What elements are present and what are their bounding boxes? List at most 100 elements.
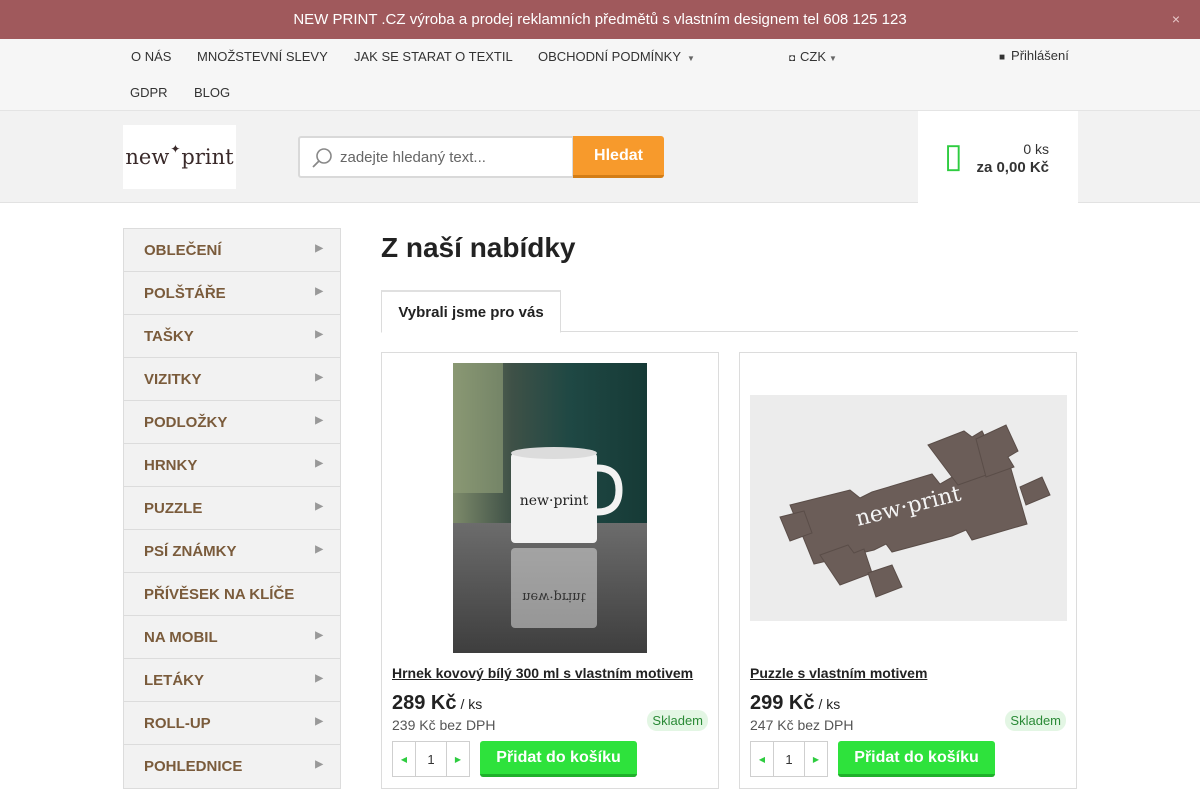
chevron-down-icon: ▼ [687,54,695,63]
chevron-right-icon: ▶ [315,544,323,555]
price-unit: / ks [460,696,483,712]
sidebar-item-label: LETÁKY [144,671,204,689]
product-price: 289 Kč / ks [392,692,482,715]
currency-selector[interactable]: ◘ CZK ▼ [789,49,837,64]
logo-text-left: new [125,145,170,169]
chevron-right-icon: ▶ [315,372,323,383]
sidebar-item-podlozky[interactable]: PODLOŽKY ▶ [124,401,340,444]
quantity-stepper: ◀ ▶ [392,741,470,777]
sidebar-item-na-mobil[interactable]: NA MOBIL ▶ [124,616,340,659]
search-input[interactable] [340,138,570,176]
sidebar-item-label: OBLEČENÍ [144,241,222,259]
sidebar-item-label: PUZZLE [144,499,203,517]
sidebar-item-pohlednice[interactable]: POHLEDNICE ▶ [124,745,340,788]
price-value: 299 Kč [750,692,815,714]
decrement-button[interactable]: ◀ [393,742,415,776]
close-icon[interactable]: × [1172,11,1180,27]
sidebar-item-label: HRNKY [144,456,198,474]
banner-text: NEW PRINT .CZ výroba a prodej reklamních… [293,11,907,28]
sidebar-item-obleceni[interactable]: OBLEČENÍ ▶ [124,229,340,272]
currency-icon: ◘ [789,53,796,64]
chevron-right-icon: ▶ [315,673,323,684]
add-to-cart-button[interactable]: Přidat do košíku [480,741,637,777]
decrement-button[interactable]: ◀ [751,742,773,776]
sidebar-item-polstare[interactable]: POLŠTÁŘE ▶ [124,272,340,315]
chevron-right-icon: ▶ [315,286,323,297]
search-button[interactable]: Hledat [573,136,664,178]
nav-link-textil[interactable]: JAK SE STARAT O TEXTIL [354,49,513,64]
stock-badge: Skladem [1005,710,1066,731]
cart-count: 0 ks [1023,141,1049,157]
quantity-input[interactable] [415,742,447,776]
product-image-mug[interactable]: new·print new·print [453,363,647,653]
search-icon [312,148,332,168]
product-image-puzzle[interactable]: new·print [750,395,1067,621]
product-name-link[interactable]: Puzzle s vlastním motivem [750,665,927,681]
tab-vybrali-jsme[interactable]: Vybrali jsme pro vás [381,290,561,333]
site-header: new✦print Hledat ▯ 0 ks za 0,00 Kč [0,111,1200,203]
sidebar-item-roll-up[interactable]: ROLL-UP ▶ [124,702,340,745]
chevron-right-icon: ▶ [315,329,323,340]
mug-photo: new·print new·print [453,363,647,653]
logo-text-right: print [181,145,234,169]
chevron-right-icon: ▶ [315,630,323,641]
user-icon: ■ [999,52,1006,63]
price-unit: / ks [818,696,841,712]
chevron-right-icon: ▶ [315,501,323,512]
sidebar-item-privesek[interactable]: PŘÍVĚSEK NA KLÍČE [124,573,340,616]
chevron-down-icon: ▼ [829,54,837,63]
sidebar-item-label: POLŠTÁŘE [144,284,226,302]
sidebar-item-tasky[interactable]: TAŠKY ▶ [124,315,340,358]
price-value: 289 Kč [392,692,457,714]
sidebar-item-label: POHLEDNICE [144,758,243,775]
sidebar-item-label: ROLL-UP [144,714,211,732]
page-title: Z naší nabídky [381,232,576,263]
sidebar-item-label: PŘÍVĚSEK NA KLÍČE [144,585,295,603]
increment-button[interactable]: ▶ [805,742,827,776]
svg-text:new·print: new·print [520,493,589,509]
cart-widget[interactable]: ▯ 0 ks za 0,00 Kč [918,111,1078,203]
sidebar-item-letaky[interactable]: LETÁKY ▶ [124,659,340,702]
nav-link-mnozstevni-slevy[interactable]: MNOŽSTEVNÍ SLEVY [197,49,328,64]
chevron-right-icon: ▶ [315,759,323,770]
puzzle-photo: new·print [750,395,1067,621]
increment-button[interactable]: ▶ [447,742,469,776]
top-nav: O NÁS MNOŽSTEVNÍ SLEVY JAK SE STARAT O T… [0,39,1200,111]
sidebar-item-puzzle[interactable]: PUZZLE ▶ [124,487,340,530]
sidebar-item-label: PSÍ ZNÁMKY [144,542,237,560]
sidebar-item-hrnky[interactable]: HRNKY ▶ [124,444,340,487]
sidebar-item-label: VIZITKY [144,370,202,388]
quantity-stepper: ◀ ▶ [750,741,828,777]
product-card: new·print Puzzle s vlastním motivem 299 … [739,352,1077,789]
product-price: 299 Kč / ks [750,692,840,715]
nav-link-obchodni-podminky[interactable]: OBCHODNÍ PODMÍNKY ▼ [538,49,695,64]
nav-link-blog[interactable]: BLOG [194,85,230,100]
sidebar-item-label: TAŠKY [144,327,194,345]
nav-link-o-nas[interactable]: O NÁS [131,49,171,64]
product-name-link[interactable]: Hrnek kovový bílý 300 ml s vlastním moti… [392,665,693,681]
sidebar-item-vizitky[interactable]: VIZITKY ▶ [124,358,340,401]
quantity-input[interactable] [773,742,805,776]
stock-badge: Skladem [647,710,708,731]
price-net: 239 Kč bez DPH [392,717,496,733]
chevron-right-icon: ▶ [315,716,323,727]
search-box [298,136,574,178]
cart-icon: ▯ [944,137,963,175]
add-to-cart-button[interactable]: Přidat do košíku [838,741,995,777]
product-card: new·print new·print Hrnek kovový bílý 30… [381,352,719,789]
sidebar-item-label: NA MOBIL [144,628,218,646]
chevron-right-icon: ▶ [315,458,323,469]
sidebar-item-psi-znamky[interactable]: PSÍ ZNÁMKY ▶ [124,530,340,573]
top-banner: NEW PRINT .CZ výroba a prodej reklamních… [0,0,1200,39]
currency-label: CZK [800,49,827,64]
logo[interactable]: new ✦ print [123,125,236,189]
category-sidebar: OBLEČENÍ ▶ POLŠTÁŘE ▶ TAŠKY ▶ VIZITKY ▶ PODL… [123,228,341,789]
chevron-right-icon: ▶ [315,243,323,254]
login-link[interactable]: ■ Přihlášení [999,48,1069,63]
tab-bar: Vybrali jsme pro vás [381,290,1078,333]
svg-text:new·print: new·print [522,589,586,604]
chevron-right-icon: ▶ [315,415,323,426]
nav-link-gdpr[interactable]: GDPR [130,85,168,100]
login-label: Přihlášení [1011,48,1069,63]
price-net: 247 Kč bez DPH [750,717,854,733]
